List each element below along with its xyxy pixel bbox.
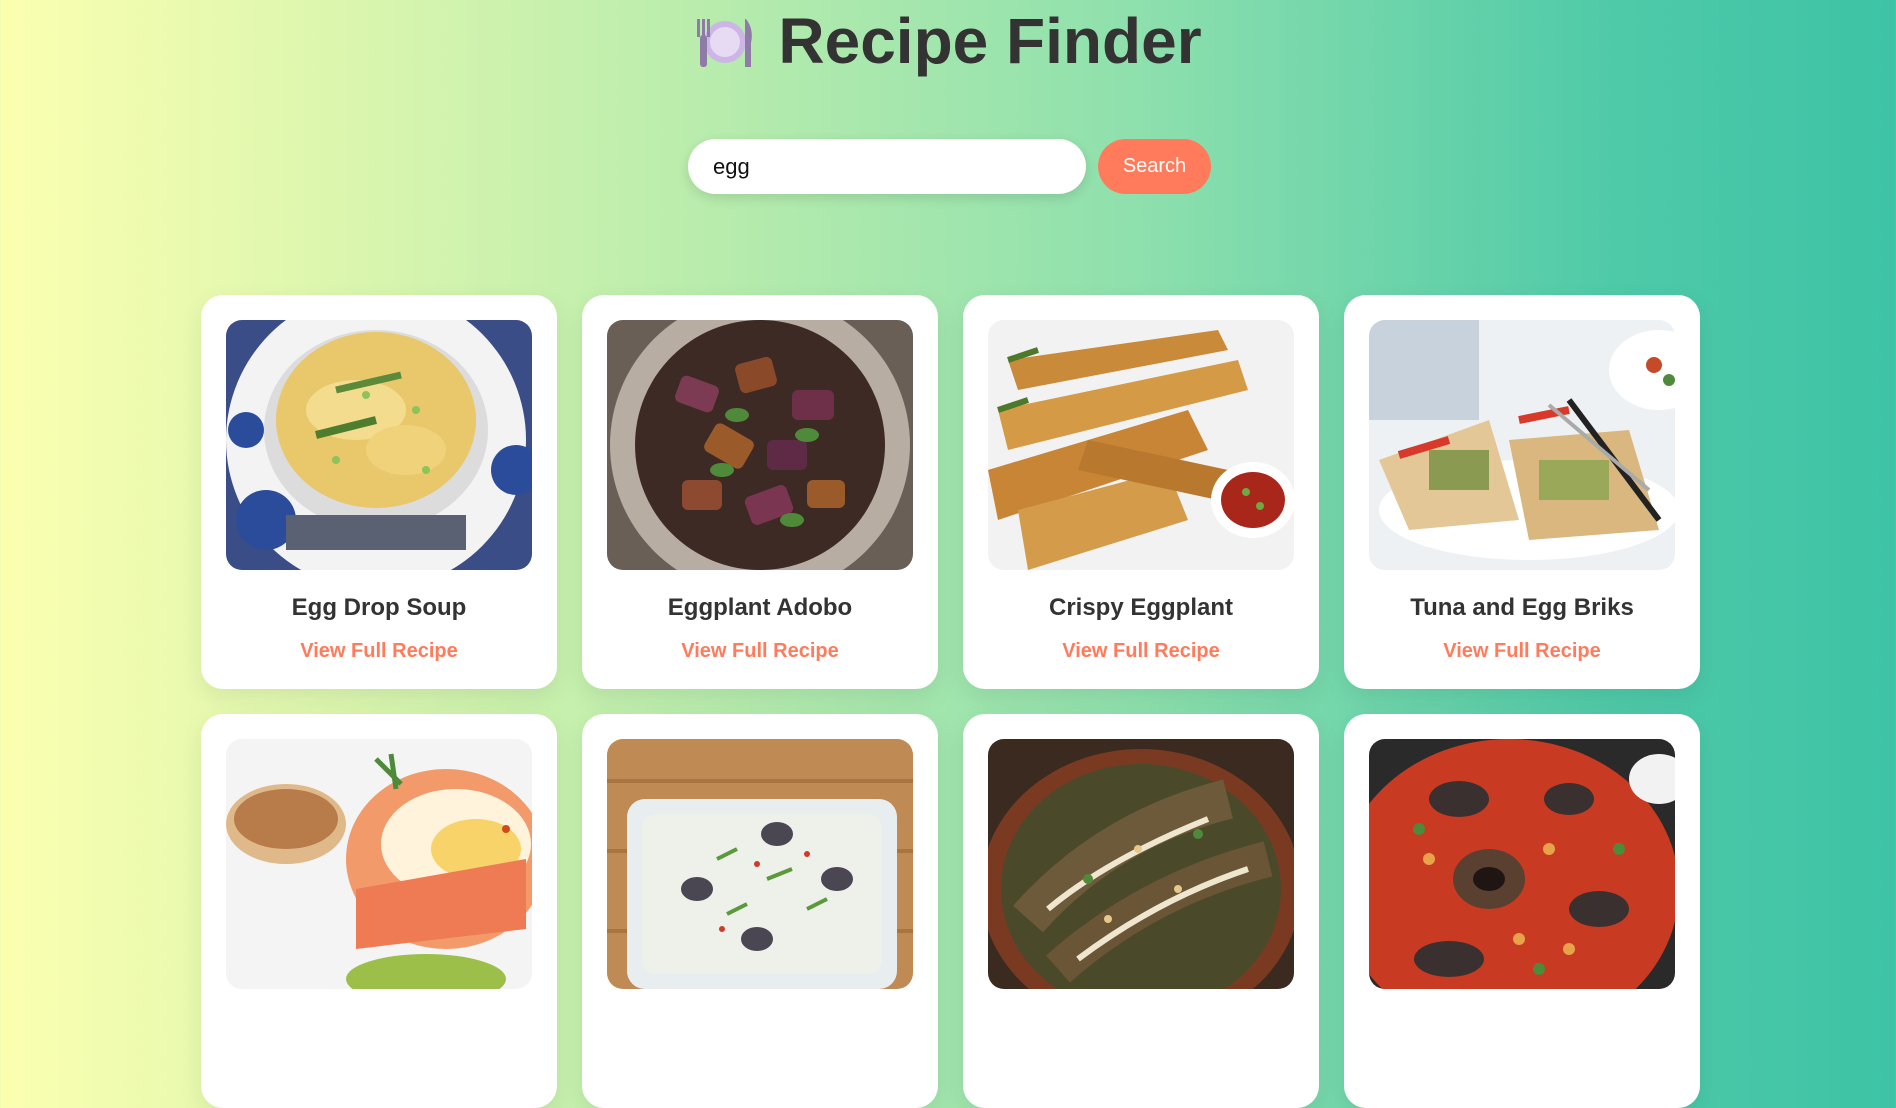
recipe-card <box>1344 714 1700 1108</box>
view-recipe-link[interactable]: View Full Recipe <box>300 640 457 663</box>
recipe-title: Eggplant Adobo <box>667 594 853 621</box>
tuna-egg-briks-photo <box>1369 320 1675 570</box>
recipe-card: Crispy Eggplant View Full Recipe <box>963 295 1319 689</box>
search-bar: Search <box>688 139 1211 194</box>
recipe-card: Tuna and Egg Briks View Full Recipe <box>1344 295 1700 689</box>
eggplant-tahini-pan-photo <box>988 739 1294 989</box>
recipe-card <box>582 714 938 1108</box>
recipe-title: Tuna and Egg Briks <box>1410 594 1634 621</box>
view-recipe-link[interactable]: View Full Recipe <box>681 640 838 663</box>
crispy-eggplant-photo <box>988 320 1294 570</box>
page-title: Recipe Finder <box>778 5 1202 77</box>
fork-plate-knife-icon <box>694 12 756 70</box>
search-button[interactable]: Search <box>1098 139 1211 194</box>
view-recipe-link[interactable]: View Full Recipe <box>1062 640 1219 663</box>
recipe-card <box>201 714 557 1108</box>
page-header: Recipe Finder <box>0 4 1896 78</box>
recipe-card: Egg Drop Soup View Full Recipe <box>201 295 557 689</box>
eggplant-chickpea-skillet-photo <box>1369 739 1675 989</box>
recipe-title: Egg Drop Soup <box>291 594 467 621</box>
eggplant-yogurt-dish-photo <box>607 739 913 989</box>
eggs-benedict-salmon-photo <box>226 739 532 989</box>
recipe-card <box>963 714 1319 1108</box>
recipe-card: Eggplant Adobo View Full Recipe <box>582 295 938 689</box>
eggplant-adobo-photo <box>607 320 913 570</box>
search-input[interactable] <box>688 139 1086 194</box>
egg-drop-soup-photo <box>226 320 532 570</box>
recipe-title: Crispy Eggplant <box>1048 594 1234 621</box>
recipe-grid: Egg Drop Soup View Full Recipe Eggplant … <box>201 295 1700 1108</box>
view-recipe-link[interactable]: View Full Recipe <box>1443 640 1600 663</box>
